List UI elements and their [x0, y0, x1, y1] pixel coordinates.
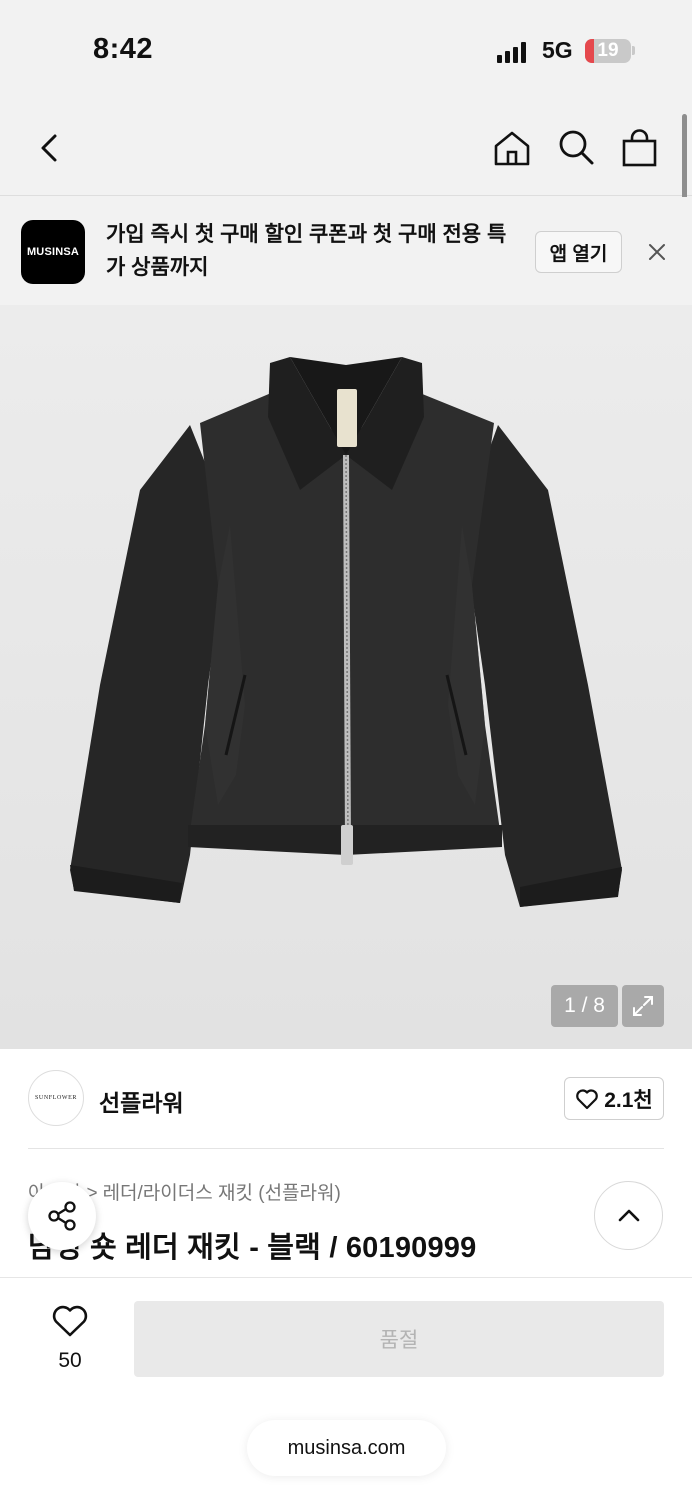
open-app-button[interactable]: 앱 열기 — [535, 231, 622, 273]
signal-icon — [497, 41, 526, 63]
top-nav — [0, 100, 692, 196]
brand-like-count: 2.1천 — [604, 1088, 653, 1112]
scroll-top-button[interactable] — [594, 1181, 663, 1250]
battery-icon: 19 — [585, 39, 631, 63]
banner-message: 가입 즉시 첫 구매 할인 쿠폰과 첫 구매 전용 특가 상품까지 — [106, 223, 507, 279]
battery-cap — [632, 46, 635, 55]
expand-icon[interactable] — [622, 985, 664, 1027]
product-title: 남성 숏 레더 재킷 - 블랙 / 60190999 — [28, 1232, 477, 1264]
chevron-up-icon — [618, 1209, 639, 1221]
network-type: 5G — [542, 37, 573, 63]
app-promo-banner: MUSINSA 가입 즉시 첫 구매 할인 쿠폰과 첫 구매 전용 특가 상품까… — [0, 197, 692, 305]
image-counter: 1 / 8 — [551, 985, 618, 1027]
share-icon — [48, 1201, 76, 1231]
musinsa-logo: MUSINSA — [21, 220, 85, 284]
heart-icon — [52, 1305, 88, 1337]
brand-logo[interactable]: SUNFLOWER — [28, 1070, 84, 1126]
search-icon[interactable] — [556, 128, 596, 168]
battery-level: 19 — [597, 40, 619, 61]
jacket-image — [70, 357, 622, 907]
wishlist-button[interactable]: 50 — [36, 1304, 104, 1373]
status-time: 8:42 — [93, 33, 154, 65]
status-bar: 8:42 5G 19 — [0, 0, 692, 100]
home-icon[interactable] — [492, 128, 532, 168]
back-icon[interactable] — [30, 128, 70, 168]
heart-icon — [576, 1088, 599, 1109]
divider — [28, 1148, 664, 1149]
breadcrumb-category[interactable]: 레더/라이더스 재킷 (선플라워) — [103, 1183, 341, 1204]
brand-like-button[interactable]: 2.1천 — [564, 1077, 664, 1120]
close-icon[interactable] — [645, 240, 669, 264]
bag-icon[interactable] — [620, 128, 660, 168]
bottom-action-bar: 50 품절 musinsa.com — [0, 1277, 692, 1500]
wishlist-count: 50 — [58, 1349, 82, 1372]
soldout-button[interactable]: 품절 — [134, 1301, 664, 1377]
product-image-gallery[interactable]: 1 / 8 — [0, 305, 692, 1049]
share-button[interactable] — [28, 1182, 96, 1250]
brand-name[interactable]: 선플라워 — [99, 1084, 184, 1118]
browser-url-bar[interactable]: musinsa.com — [247, 1420, 446, 1476]
